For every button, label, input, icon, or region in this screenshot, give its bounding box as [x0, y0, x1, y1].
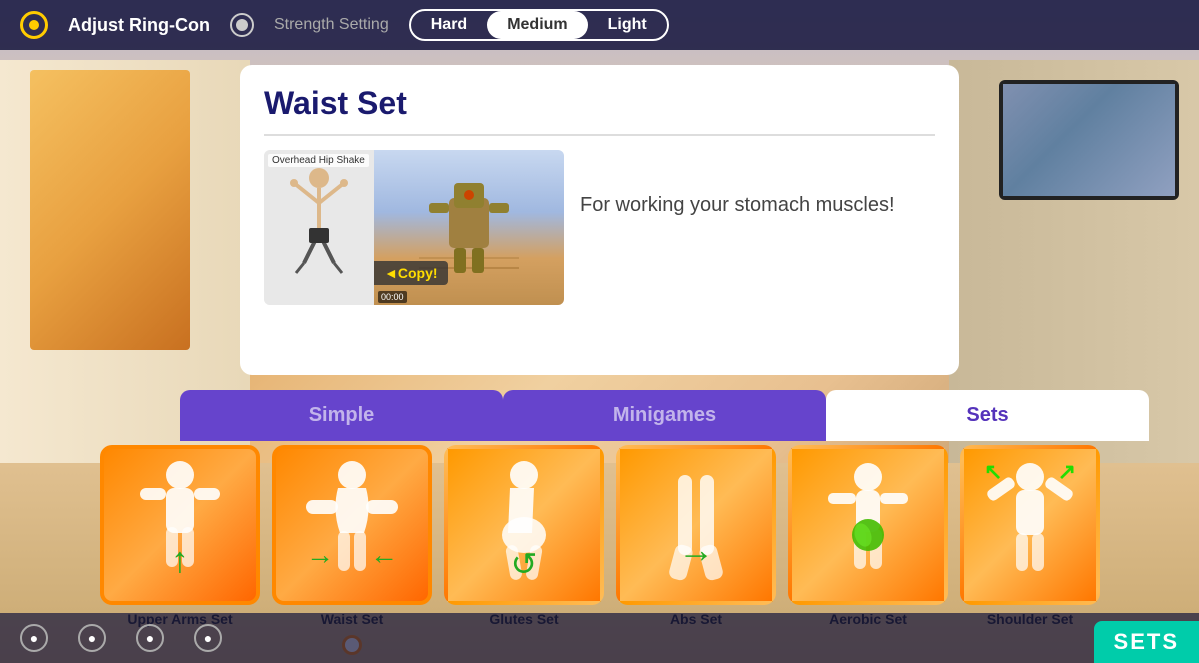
- glutes-figure: ↺: [448, 449, 600, 601]
- set-card-aerobic[interactable]: Aerobic Set: [788, 445, 948, 627]
- tab-simple[interactable]: Simple: [180, 390, 503, 441]
- set-card-glutes-image: ↺: [444, 445, 604, 605]
- panel-divider: [264, 134, 935, 136]
- tv-screen: [1003, 84, 1175, 196]
- left-arrow-icon: ←: [370, 539, 398, 571]
- bottom-circle-3: ●: [136, 624, 164, 652]
- bottom-icon-3: ●: [136, 624, 164, 652]
- set-card-shoulder[interactable]: ↖ ↗ Shoulder Set: [960, 445, 1100, 627]
- preview-time: 00:00: [378, 291, 407, 303]
- stick-figure-svg: [284, 163, 354, 293]
- bottom-circle-4: ●: [194, 624, 222, 652]
- bottom-icon-1: ●: [20, 624, 48, 652]
- waist-svg: [292, 455, 412, 595]
- tab-minigames[interactable]: Minigames: [503, 390, 826, 441]
- tab-sets[interactable]: Sets: [826, 390, 1149, 441]
- set-card-abs-image: →: [616, 445, 776, 605]
- strength-setting-label: Strength Setting: [274, 16, 389, 34]
- up-arrow-icon: ↑: [171, 539, 189, 581]
- ring-con-icon: [20, 11, 48, 39]
- strength-light-button[interactable]: Light: [588, 11, 667, 39]
- bottom-circle-1: ●: [20, 624, 48, 652]
- panel-description: For working your stomach muscles!: [580, 150, 895, 220]
- adjust-ring-label: Adjust Ring-Con: [68, 15, 210, 36]
- strength-medium-button[interactable]: Medium: [487, 11, 587, 39]
- abs-arrow-icon: →: [678, 529, 714, 571]
- panel-body: Overhead Hip Shake: [264, 150, 935, 305]
- category-tabs: Simple Minigames Sets: [180, 390, 1149, 441]
- bottom-icon-4: ●: [194, 624, 222, 652]
- set-card-waist-image: → ←: [272, 445, 432, 605]
- figure-area: Overhead Hip Shake: [264, 150, 374, 305]
- curve-arrow-icon: ↺: [511, 545, 538, 583]
- set-card-shoulder-image: ↖ ↗: [960, 445, 1100, 605]
- sets-badge: SETS: [1094, 621, 1199, 663]
- top-bar: Adjust Ring-Con Strength Setting Hard Me…: [0, 0, 1199, 50]
- game-area: ◄Copy! 00:00: [374, 150, 564, 305]
- waist-figure: → ←: [276, 449, 428, 601]
- abs-figure: →: [620, 449, 772, 601]
- exercise-preview: Overhead Hip Shake: [264, 150, 564, 305]
- shoulder-right-arrow-icon: ↗: [1058, 459, 1076, 485]
- sets-grid: ↑ Upper Arms Set → ←: [100, 445, 1179, 627]
- set-card-aerobic-image: [788, 445, 948, 605]
- content-panel: Waist Set Overhead Hip Shake: [240, 65, 959, 375]
- panel-title: Waist Set: [264, 85, 935, 122]
- shoulder-figure: ↖ ↗: [964, 449, 1096, 601]
- aerobic-svg: [808, 455, 928, 595]
- preview-label: Overhead Hip Shake: [268, 154, 369, 167]
- shoulder-left-arrow-icon: ↖: [984, 459, 1002, 485]
- aerobic-figure: [792, 449, 944, 601]
- window-bg: [30, 70, 190, 350]
- copy-banner: ◄Copy!: [374, 261, 448, 285]
- set-card-upper-arms-image: ↑: [100, 445, 260, 605]
- tv-bg: [999, 80, 1179, 200]
- ring-con-icon-inner: [29, 20, 39, 30]
- strength-selector: Hard Medium Light: [409, 9, 669, 41]
- abs-svg: [636, 455, 756, 595]
- right-arrow-icon: →: [306, 539, 334, 571]
- strength-hard-button[interactable]: Hard: [411, 11, 487, 39]
- set-card-waist[interactable]: → ← Waist Set: [272, 445, 432, 627]
- bottom-bar: ● ● ● ●: [0, 613, 1199, 663]
- set-card-glutes[interactable]: ↺ Glutes Set: [444, 445, 604, 627]
- set-card-upper-arms[interactable]: ↑ Upper Arms Set: [100, 445, 260, 627]
- bottom-circle-2: ●: [78, 624, 106, 652]
- upper-arms-figure: ↑: [104, 449, 256, 601]
- strength-icon: [230, 13, 254, 37]
- set-card-abs[interactable]: → Abs Set: [616, 445, 776, 627]
- bottom-icon-2: ●: [78, 624, 106, 652]
